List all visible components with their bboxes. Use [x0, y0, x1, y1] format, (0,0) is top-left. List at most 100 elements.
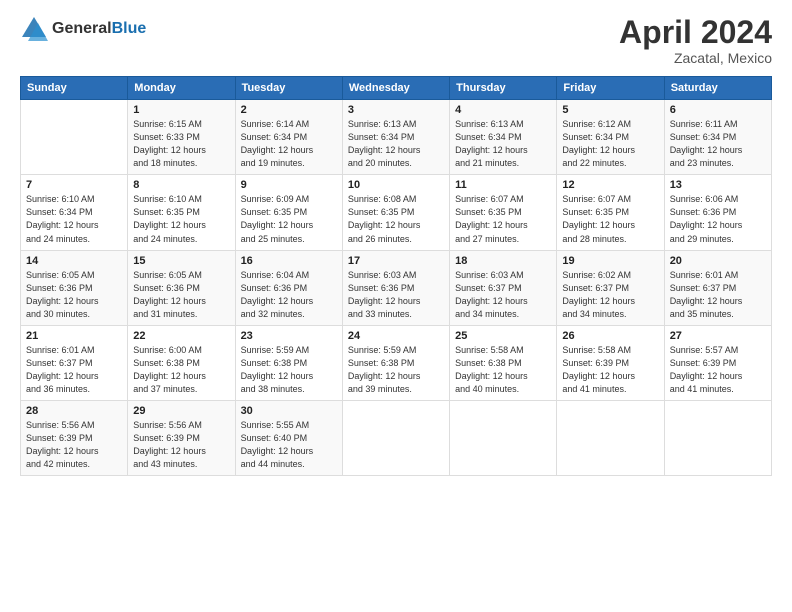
day-number: 13 — [670, 179, 766, 191]
calendar-cell: 19 Sunrise: 6:02 AMSunset: 6:37 PMDayligh… — [557, 250, 664, 325]
calendar-cell: 27 Sunrise: 5:57 AMSunset: 6:39 PMDayligh… — [664, 325, 771, 400]
calendar-cell: 12 Sunrise: 6:07 AMSunset: 6:35 PMDayligh… — [557, 175, 664, 250]
calendar-header: SundayMondayTuesdayWednesdayThursdayFrid… — [21, 77, 772, 100]
day-number: 3 — [348, 104, 444, 116]
calendar-cell: 11Sunrise: 6:07 AMSunset: 6:35 PMDayligh… — [450, 175, 557, 250]
calendar-body: 1Sunrise: 6:15 AMSunset: 6:33 PMDaylight… — [21, 100, 772, 476]
calendar-cell: 16Sunrise: 6:04 AMSunset: 6:36 PMDayligh… — [235, 250, 342, 325]
weekday-header-cell: Thursday — [450, 77, 557, 100]
calendar-cell: 13 Sunrise: 6:06 AMSunset: 6:36 PMDayligh… — [664, 175, 771, 250]
weekday-header-cell: Sunday — [21, 77, 128, 100]
calendar-cell: 14 Sunrise: 6:05 AMSunset: 6:36 PMDayligh… — [21, 250, 128, 325]
day-number: 28 — [26, 405, 122, 417]
day-number: 12 — [562, 179, 658, 191]
day-number: 29 — [133, 405, 229, 417]
calendar-cell: 2 Sunrise: 6:14 AMSunset: 6:34 PMDaylight… — [235, 100, 342, 175]
weekday-header-cell: Friday — [557, 77, 664, 100]
day-info: Sunrise: 5:57 AMSunset: 6:39 PMDaylight:… — [670, 344, 766, 396]
weekday-header-cell: Saturday — [664, 77, 771, 100]
month-title: April 2024 — [619, 15, 772, 50]
calendar-cell: 1Sunrise: 6:15 AMSunset: 6:33 PMDaylight… — [128, 100, 235, 175]
calendar-cell: 28Sunrise: 5:56 AMSunset: 6:39 PMDayligh… — [21, 400, 128, 475]
calendar-cell: 5Sunrise: 6:12 AMSunset: 6:34 PMDaylight… — [557, 100, 664, 175]
day-info: Sunrise: 6:01 AMSunset: 6:37 PMDaylight:… — [26, 344, 122, 396]
day-number: 14 — [26, 255, 122, 267]
day-number: 24 — [348, 330, 444, 342]
day-number: 25 — [455, 330, 551, 342]
day-number: 1 — [133, 104, 229, 116]
logo: GeneralBlue — [20, 15, 146, 43]
calendar-page: GeneralBlue April 2024 Zacatal, Mexico S… — [0, 0, 792, 612]
day-info: Sunrise: 6:09 AMSunset: 6:35 PMDaylight:… — [241, 193, 337, 245]
day-number: 26 — [562, 330, 658, 342]
day-number: 27 — [670, 330, 766, 342]
calendar-week-row: 28 Sunrise: 5:56 AMSunset: 6:39 PMDayligh… — [21, 400, 772, 475]
calendar-cell — [21, 100, 128, 175]
day-info: Sunrise: 6:03 AMSunset: 6:36 PMDaylight:… — [348, 269, 444, 321]
day-number: 15 — [133, 255, 229, 267]
calendar-cell: 15 Sunrise: 6:05 AMSunset: 6:36 PMDayligh… — [128, 250, 235, 325]
weekday-header-row: SundayMondayTuesdayWednesdayThursdayFrid… — [21, 77, 772, 100]
calendar-cell — [557, 400, 664, 475]
calendar-cell: 10Sunrise: 6:08 AMSunset: 6:35 PMDayligh… — [342, 175, 449, 250]
calendar-cell: 3 Sunrise: 6:13 AMSunset: 6:34 PMDaylight… — [342, 100, 449, 175]
day-number: 17 — [348, 255, 444, 267]
day-number: 18 — [455, 255, 551, 267]
day-number: 8 — [133, 179, 229, 191]
day-info: Sunrise: 6:00 AMSunset: 6:38 PMDaylight:… — [133, 344, 229, 396]
day-info: Sunrise: 6:06 AMSunset: 6:36 PMDaylight:… — [670, 193, 766, 245]
day-number: 21 — [26, 330, 122, 342]
day-number: 7 — [26, 179, 122, 191]
calendar-cell: 26 Sunrise: 5:58 AMSunset: 6:39 PMDayligh… — [557, 325, 664, 400]
header: GeneralBlue April 2024 Zacatal, Mexico — [20, 15, 772, 66]
day-number: 6 — [670, 104, 766, 116]
day-info: Sunrise: 5:59 AMSunset: 6:38 PMDaylight:… — [241, 344, 337, 396]
calendar-table: SundayMondayTuesdayWednesdayThursdayFrid… — [20, 76, 772, 476]
logo-icon — [20, 15, 48, 43]
calendar-cell: 21 Sunrise: 6:01 AMSunset: 6:37 PMDayligh… — [21, 325, 128, 400]
calendar-cell — [664, 400, 771, 475]
day-info: Sunrise: 6:11 AMSunset: 6:34 PMDaylight:… — [670, 118, 766, 170]
calendar-cell: 30Sunrise: 5:55 AMSunset: 6:40 PMDayligh… — [235, 400, 342, 475]
day-number: 19 — [562, 255, 658, 267]
calendar-cell: 7 Sunrise: 6:10 AMSunset: 6:34 PMDaylight… — [21, 175, 128, 250]
calendar-cell — [450, 400, 557, 475]
day-info: Sunrise: 5:56 AMSunset: 6:39 PMDaylight:… — [133, 419, 229, 471]
calendar-week-row: 1Sunrise: 6:15 AMSunset: 6:33 PMDaylight… — [21, 100, 772, 175]
calendar-cell: 9 Sunrise: 6:09 AMSunset: 6:35 PMDaylight… — [235, 175, 342, 250]
day-info: Sunrise: 6:14 AMSunset: 6:34 PMDaylight:… — [241, 118, 337, 170]
calendar-cell — [342, 400, 449, 475]
day-number: 2 — [241, 104, 337, 116]
calendar-cell: 4Sunrise: 6:13 AMSunset: 6:34 PMDaylight… — [450, 100, 557, 175]
day-info: Sunrise: 6:13 AMSunset: 6:34 PMDaylight:… — [348, 118, 444, 170]
day-info: Sunrise: 6:13 AMSunset: 6:34 PMDaylight:… — [455, 118, 551, 170]
calendar-cell: 8 Sunrise: 6:10 AMSunset: 6:35 PMDaylight… — [128, 175, 235, 250]
day-info: Sunrise: 6:03 AMSunset: 6:37 PMDaylight:… — [455, 269, 551, 321]
calendar-week-row: 21 Sunrise: 6:01 AMSunset: 6:37 PMDayligh… — [21, 325, 772, 400]
day-info: Sunrise: 5:58 AMSunset: 6:39 PMDaylight:… — [562, 344, 658, 396]
calendar-cell: 29 Sunrise: 5:56 AMSunset: 6:39 PMDayligh… — [128, 400, 235, 475]
day-info: Sunrise: 5:58 AMSunset: 6:38 PMDaylight:… — [455, 344, 551, 396]
calendar-week-row: 7 Sunrise: 6:10 AMSunset: 6:34 PMDaylight… — [21, 175, 772, 250]
day-info: Sunrise: 6:02 AMSunset: 6:37 PMDaylight:… — [562, 269, 658, 321]
calendar-cell: 6 Sunrise: 6:11 AMSunset: 6:34 PMDaylight… — [664, 100, 771, 175]
day-number: 20 — [670, 255, 766, 267]
day-info: Sunrise: 6:10 AMSunset: 6:35 PMDaylight:… — [133, 193, 229, 245]
calendar-cell: 22 Sunrise: 6:00 AMSunset: 6:38 PMDayligh… — [128, 325, 235, 400]
day-number: 9 — [241, 179, 337, 191]
location: Zacatal, Mexico — [619, 50, 772, 66]
weekday-header-cell: Tuesday — [235, 77, 342, 100]
logo-text: GeneralBlue — [52, 20, 146, 38]
day-info: Sunrise: 6:07 AMSunset: 6:35 PMDaylight:… — [562, 193, 658, 245]
day-info: Sunrise: 6:08 AMSunset: 6:35 PMDaylight:… — [348, 193, 444, 245]
calendar-cell: 17 Sunrise: 6:03 AMSunset: 6:36 PMDayligh… — [342, 250, 449, 325]
day-info: Sunrise: 6:10 AMSunset: 6:34 PMDaylight:… — [26, 193, 122, 245]
day-info: Sunrise: 6:05 AMSunset: 6:36 PMDaylight:… — [133, 269, 229, 321]
day-info: Sunrise: 6:04 AMSunset: 6:36 PMDaylight:… — [241, 269, 337, 321]
day-number: 22 — [133, 330, 229, 342]
day-number: 5 — [562, 104, 658, 116]
day-number: 23 — [241, 330, 337, 342]
day-info: Sunrise: 5:59 AMSunset: 6:38 PMDaylight:… — [348, 344, 444, 396]
day-info: Sunrise: 6:01 AMSunset: 6:37 PMDaylight:… — [670, 269, 766, 321]
day-info: Sunrise: 6:05 AMSunset: 6:36 PMDaylight:… — [26, 269, 122, 321]
